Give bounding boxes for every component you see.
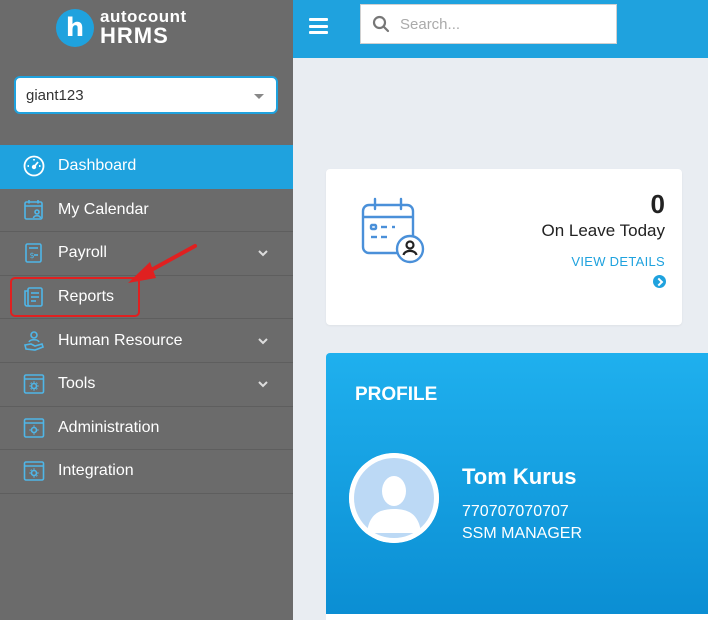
sidebar-item-payroll[interactable]: $ Payroll: [0, 232, 293, 276]
svg-text:$: $: [30, 251, 35, 260]
user-silhouette-icon: [349, 453, 439, 543]
profile-card: PROFILE Tom Kurus 770707070707 SSM MANAG…: [326, 353, 708, 615]
profile-name: Tom Kurus: [462, 464, 577, 489]
search-box[interactable]: [360, 4, 617, 44]
logo-name-bottom: HRMS: [100, 23, 169, 48]
sidebar-item-human-resource[interactable]: Human Resource: [0, 319, 293, 363]
company-select[interactable]: giant123: [14, 76, 278, 114]
sidebar-item-label: Payroll: [58, 244, 107, 262]
sidebar-item-label: Tools: [58, 375, 96, 393]
sidebar-item-reports[interactable]: Reports: [0, 276, 293, 320]
sidebar-item-tools[interactable]: Tools: [0, 363, 293, 407]
view-details-link[interactable]: VIEW DETAILS: [571, 254, 665, 269]
sidebar: h autocount HRMS giant123 Dashboard My C…: [0, 0, 293, 620]
dashboard-gauge-icon: [23, 155, 45, 177]
calendar-user-icon: [361, 197, 425, 264]
sidebar-item-label: Human Resource: [58, 331, 183, 349]
tools-gear-icon: [23, 374, 45, 395]
chevron-right-circle-icon[interactable]: [653, 275, 666, 288]
company-select-value: giant123: [26, 86, 84, 104]
sidebar-item-my-calendar[interactable]: My Calendar: [0, 189, 293, 233]
chevron-down-icon: [258, 337, 268, 345]
chevron-down-icon: [258, 250, 268, 257]
logo-badge: h: [56, 8, 94, 47]
profile-employee-id: 770707070707: [462, 503, 569, 520]
sidebar-item-label: Reports: [58, 288, 115, 306]
sidebar-item-integration[interactable]: Integration: [0, 450, 293, 494]
human-resource-icon: [24, 330, 45, 351]
search-icon: [372, 15, 390, 33]
menu-toggle-icon[interactable]: [309, 18, 328, 34]
integration-icon: [23, 461, 45, 482]
calendar-user-icon: [24, 199, 43, 220]
app-logo[interactable]: h autocount HRMS: [56, 8, 187, 47]
sidebar-item-label: Dashboard: [58, 157, 137, 175]
sidebar-item-dashboard[interactable]: Dashboard: [0, 145, 293, 189]
payroll-icon: $: [25, 243, 42, 264]
reports-icon: [24, 287, 43, 307]
chevron-down-icon: [258, 381, 268, 388]
avatar[interactable]: [349, 453, 439, 543]
profile-role: SSM MANAGER: [462, 525, 583, 542]
top-bar: [293, 0, 708, 58]
on-leave-label: On Leave Today: [541, 221, 666, 240]
administration-icon: [23, 418, 45, 438]
profile-title: PROFILE: [355, 384, 438, 405]
sidebar-item-administration[interactable]: Administration: [0, 407, 293, 451]
caret-down-icon: [254, 94, 264, 99]
sidebar-item-label: Integration: [58, 462, 134, 480]
sidebar-item-label: Administration: [58, 418, 160, 436]
on-leave-count: 0: [650, 189, 665, 219]
profile-card-bottom-edge: [326, 614, 708, 620]
on-leave-today-card: 0 On Leave Today VIEW DETAILS: [326, 169, 682, 325]
sidebar-nav: Dashboard My Calendar $ Payroll Reports …: [0, 145, 293, 494]
search-input[interactable]: [400, 15, 600, 33]
sidebar-item-label: My Calendar: [58, 200, 149, 218]
